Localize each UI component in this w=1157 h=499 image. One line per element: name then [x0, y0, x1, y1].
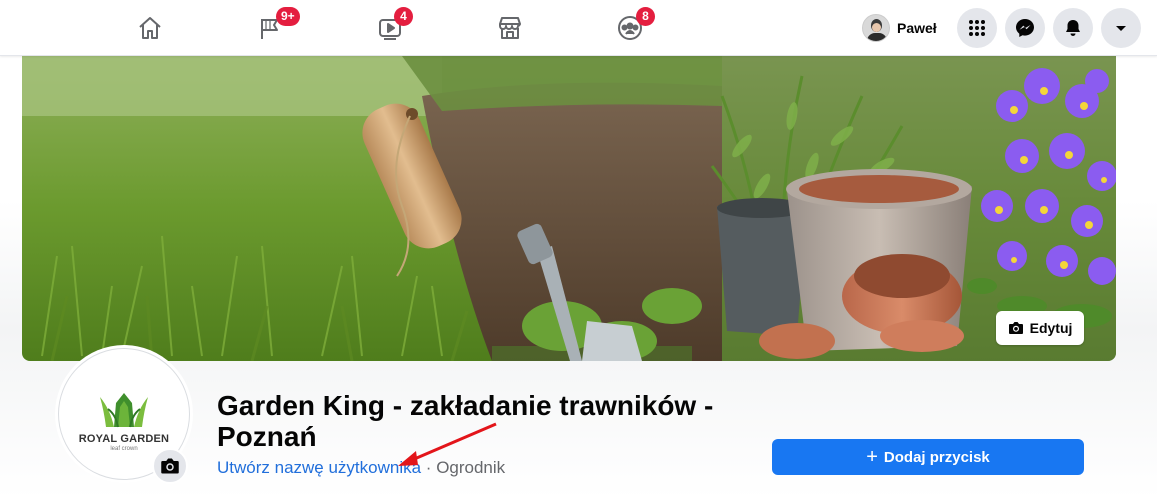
- menu-grid-icon: [969, 20, 985, 36]
- add-button-label: Dodaj przycisk: [883, 448, 990, 466]
- nav-tab-pages[interactable]: 9+: [214, 4, 326, 52]
- profile-name: Paweł: [897, 20, 937, 36]
- groups-notification-badge: 8: [636, 7, 655, 26]
- messenger-button[interactable]: [1005, 8, 1045, 48]
- nav-tab-groups[interactable]: 8: [574, 4, 686, 52]
- update-profile-picture-button[interactable]: [152, 448, 188, 484]
- nav-tab-marketplace[interactable]: [454, 4, 566, 52]
- account-dropdown-icon: [1116, 26, 1126, 31]
- notifications-bell-icon: [1066, 20, 1080, 36]
- logo-wordmark: ROYAL GARDEN: [78, 433, 170, 445]
- messenger-icon: [1016, 19, 1034, 37]
- avatar: [862, 14, 890, 42]
- page-meta-line: Utwórz nazwę użytkownika · Ogrodnik: [217, 458, 505, 478]
- camera-icon: [1008, 322, 1023, 334]
- cover-image: [22, 56, 1116, 361]
- profile-shortcut[interactable]: Paweł: [858, 12, 945, 44]
- menu-button[interactable]: [957, 8, 997, 48]
- meta-separator: ·: [421, 458, 437, 477]
- page-category: Ogrodnik: [436, 458, 506, 477]
- edit-cover-label: Edytuj: [1029, 320, 1073, 336]
- crown-logo-icon: [100, 393, 148, 428]
- camera-icon: [161, 458, 179, 474]
- edit-cover-button[interactable]: Edytuj: [996, 311, 1084, 345]
- cover-photo: [22, 56, 1116, 361]
- watch-notification-badge: 4: [394, 7, 413, 26]
- pages-notification-badge: 9+: [276, 7, 300, 26]
- page-title: Garden King - zakładanie trawników - Poz…: [217, 390, 714, 452]
- plus-icon: +: [866, 446, 878, 468]
- notifications-button[interactable]: [1053, 8, 1093, 48]
- home-icon: [139, 17, 161, 39]
- account-button[interactable]: [1101, 8, 1141, 48]
- add-button-button[interactable]: + Dodaj przycisk: [772, 439, 1084, 475]
- nav-tab-home[interactable]: [94, 4, 206, 52]
- marketplace-icon: [499, 17, 521, 39]
- top-navigation-bar: 9+ 4 8 Paweł: [0, 0, 1157, 56]
- nav-tab-watch[interactable]: 4: [334, 4, 446, 52]
- create-username-link[interactable]: Utwórz nazwę użytkownika: [217, 458, 421, 477]
